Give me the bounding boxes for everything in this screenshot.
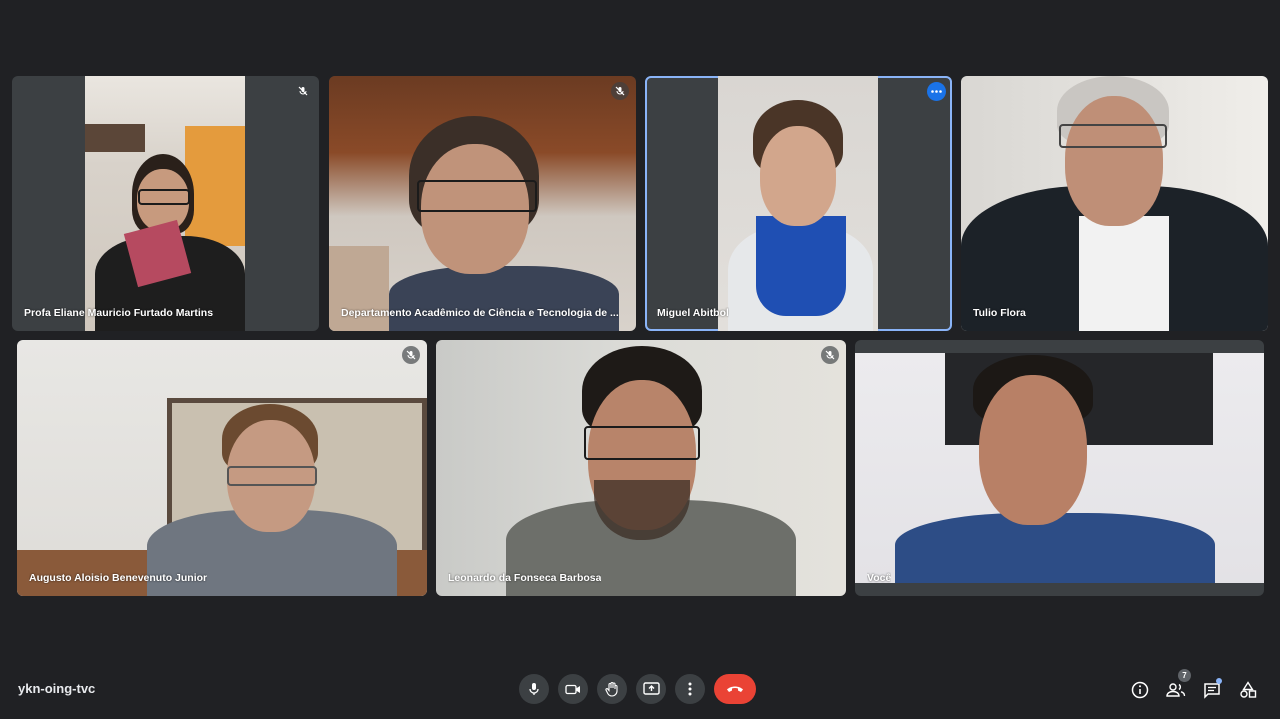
participant-tile-active[interactable]: Miguel Abitbol: [645, 76, 952, 331]
participant-tile[interactable]: Leonardo da Fonseca Barbosa: [436, 340, 846, 596]
participant-tile[interactable]: Augusto Aloisio Benevenuto Junior: [17, 340, 427, 596]
bookshelf: [185, 126, 245, 246]
microphone-button[interactable]: [519, 674, 549, 704]
glasses: [227, 466, 317, 486]
glasses: [584, 426, 700, 460]
chat-notification-dot: [1216, 678, 1222, 684]
participant-name: Miguel Abitbol: [657, 307, 729, 319]
more-options-button[interactable]: [675, 674, 705, 704]
white-shirt: [1079, 216, 1169, 331]
people-icon: [1166, 683, 1186, 697]
participant-name: Você: [867, 572, 892, 584]
present-screen-icon: [642, 682, 660, 695]
muted-mic-icon: [611, 82, 629, 100]
muted-mic-icon: [821, 346, 839, 364]
person-body: [895, 513, 1215, 583]
participant-name: Tulio Flora: [973, 307, 1026, 319]
person-face: [760, 126, 836, 226]
raise-hand-icon: [605, 681, 618, 697]
participant-tile[interactable]: Departamento Acadêmico de Ciência e Tecn…: [329, 76, 636, 331]
participant-video: [85, 76, 245, 331]
participant-name: Departamento Acadêmico de Ciência e Tecn…: [341, 307, 619, 319]
raise-hand-button[interactable]: [597, 674, 627, 704]
glasses: [417, 180, 537, 212]
blue-scarf: [756, 216, 846, 316]
microphone-icon: [529, 683, 539, 695]
more-options-icon: [688, 682, 692, 696]
people-button[interactable]: [1166, 680, 1186, 700]
participant-tile[interactable]: Profa Eliane Mauricio Furtado Martins: [12, 76, 319, 331]
participant-video: [329, 76, 636, 331]
camera-button[interactable]: [558, 674, 588, 704]
participant-video: [961, 76, 1268, 331]
wall-panel: [85, 124, 145, 152]
participant-video: [436, 340, 846, 596]
end-call-icon: [727, 686, 743, 692]
participant-video: [17, 340, 427, 596]
person-face: [1065, 96, 1163, 226]
meeting-info-button[interactable]: [1130, 680, 1150, 700]
activities-button[interactable]: [1238, 680, 1258, 700]
chat-icon: [1204, 682, 1220, 699]
participant-name: Augusto Aloisio Benevenuto Junior: [29, 572, 208, 584]
muted-mic-icon: [294, 82, 312, 100]
participant-name: Profa Eliane Mauricio Furtado Martins: [24, 307, 214, 319]
muted-mic-icon: [402, 346, 420, 364]
participant-count-badge: 7: [1178, 669, 1191, 682]
camera-icon: [565, 684, 580, 694]
meeting-code: ykn-oing-tvc: [18, 681, 96, 696]
activities-icon: [1240, 681, 1257, 698]
participant-name: Leonardo da Fonseca Barbosa: [448, 572, 602, 584]
person-face: [979, 375, 1087, 525]
glasses: [138, 189, 190, 205]
more-options-icon[interactable]: [927, 82, 946, 101]
info-icon: [1131, 681, 1149, 699]
participant-video: [718, 76, 878, 331]
person-body: [389, 266, 619, 331]
participant-video: [855, 353, 1264, 583]
participant-tile[interactable]: Tulio Flora: [961, 76, 1268, 331]
self-view-tile[interactable]: Você: [855, 340, 1264, 596]
present-screen-button[interactable]: [636, 674, 666, 704]
end-call-button[interactable]: [714, 674, 756, 704]
glasses: [1059, 124, 1167, 148]
